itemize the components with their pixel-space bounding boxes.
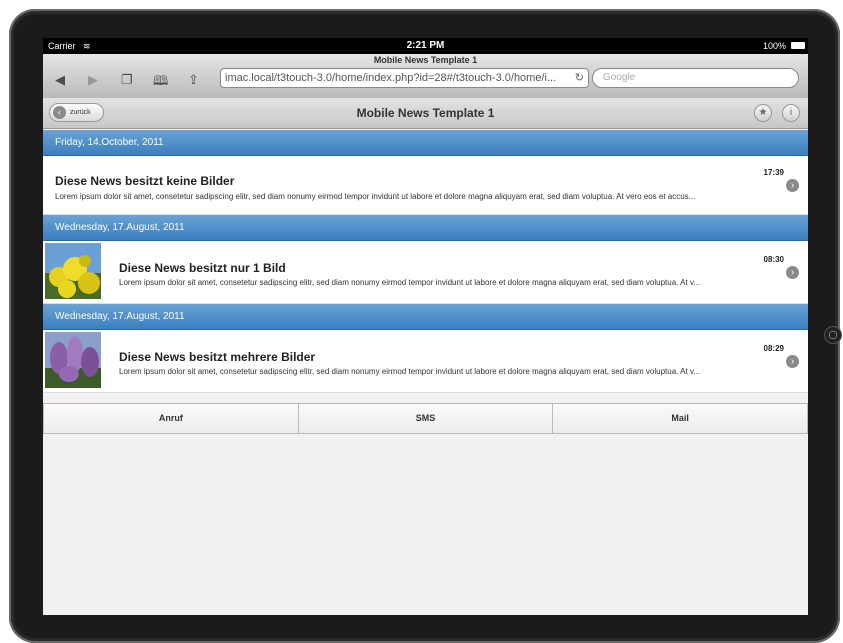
date-header: Wednesday, 17.August, 2011 [43, 304, 808, 330]
news-time: 08:29 [763, 344, 784, 353]
bookmarks-icon[interactable]: 🕮 [153, 72, 168, 94]
back-arrow-icon[interactable]: ◀ [55, 72, 65, 88]
url-field[interactable]: imac.local/t3touch-3.0/home/index.php?id… [220, 68, 589, 88]
chevron-right-icon: › [786, 179, 799, 192]
news-title: Diese News besitzt mehrere Bilder [119, 350, 316, 364]
app-header: ‹ zurück Mobile News Template 1 ★ i [43, 98, 808, 129]
status-bar: Carrier ≋ 2:21 PM 100% [43, 38, 808, 54]
search-field[interactable]: Google [592, 68, 799, 88]
news-item[interactable]: Diese News besitzt keine Bilder Lorem ip… [43, 156, 808, 215]
battery-percent: 100% [762, 41, 786, 51]
clock: 2:21 PM [406, 40, 445, 51]
browser-toolbar: Mobile News Template 1 ◀ ▶ ❐ 🕮 ⇪ imac.lo… [43, 54, 808, 99]
reload-icon[interactable]: ↻ [575, 69, 584, 87]
info-icon[interactable]: i [782, 104, 800, 122]
tab-mail[interactable]: Mail [553, 404, 807, 433]
news-time: 17:39 [763, 168, 784, 177]
tab-sms[interactable]: SMS [299, 404, 554, 433]
forward-arrow-icon[interactable]: ▶ [88, 72, 98, 88]
home-button[interactable] [824, 326, 842, 344]
url-text: imac.local/t3touch-3.0/home/index.php?id… [225, 72, 557, 84]
date-header: Wednesday, 17.August, 2011 [43, 215, 808, 241]
news-description: Lorem ipsum dolor sit amet, consetetur s… [119, 367, 701, 376]
screen: Carrier ≋ 2:21 PM 100% Mobile News Templ… [43, 38, 808, 615]
date-header: Friday, 14.October, 2011 [43, 130, 808, 156]
news-title: Diese News besitzt nur 1 Bild [119, 261, 286, 275]
news-time: 08:30 [763, 255, 784, 264]
yellow-flowers-thumbnail [45, 243, 101, 299]
chevron-right-icon: › [786, 355, 799, 368]
chevron-right-icon: › [786, 266, 799, 279]
share-icon[interactable]: ⇪ [188, 72, 199, 88]
star-icon[interactable]: ★ [754, 104, 772, 122]
tab-anruf[interactable]: Anruf [44, 404, 299, 433]
news-description: Lorem ipsum dolor sit amet, consetetur s… [55, 192, 696, 201]
purple-flowers-thumbnail [45, 332, 101, 388]
battery-icon [791, 42, 805, 49]
news-item[interactable]: Diese News besitzt nur 1 Bild Lorem ipsu… [43, 241, 808, 304]
news-item[interactable]: Diese News besitzt mehrere Bilder Lorem … [43, 330, 808, 393]
action-bar: Anruf SMS Mail [43, 403, 808, 434]
browser-page-title: Mobile News Template 1 [373, 55, 478, 65]
page-title: Mobile News Template 1 [356, 106, 495, 120]
tabs-icon[interactable]: ❐ [121, 72, 133, 88]
news-title: Diese News besitzt keine Bilder [55, 174, 235, 188]
news-description: Lorem ipsum dolor sit amet, consetetur s… [119, 278, 701, 287]
